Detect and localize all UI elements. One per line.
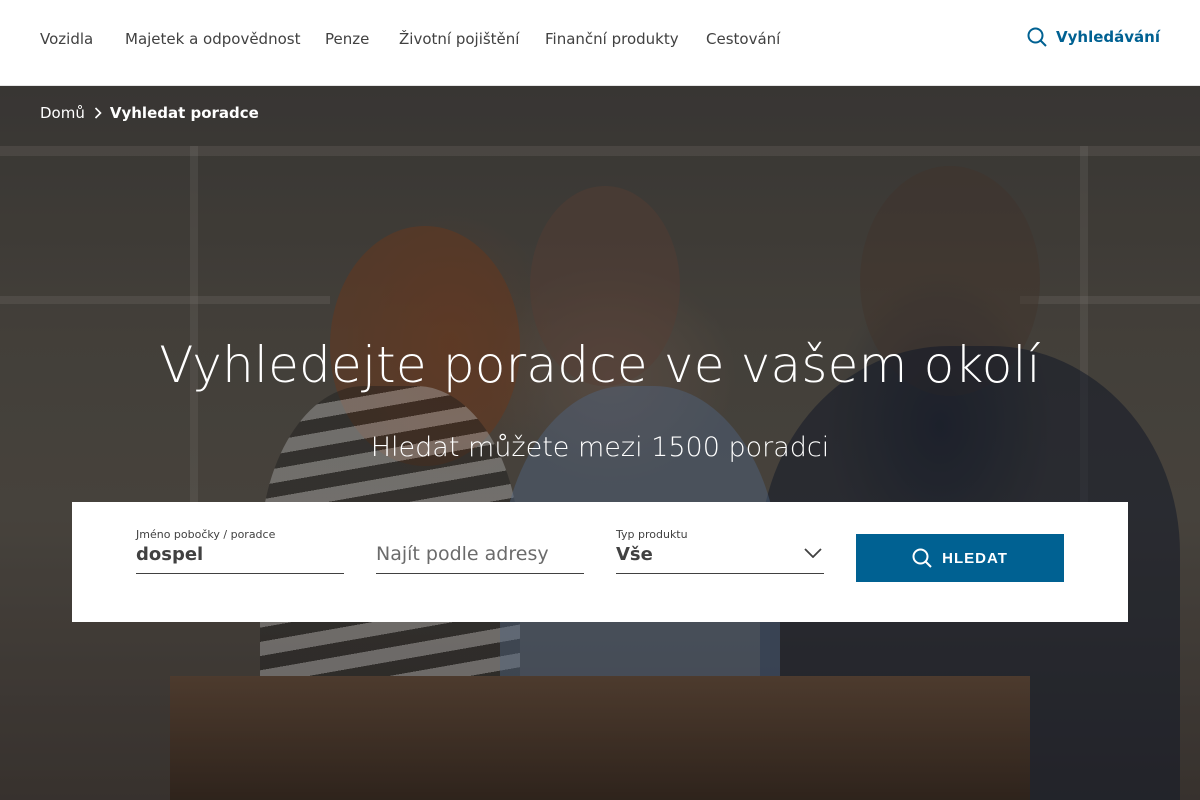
address-field-placeholder[interactable]: Najít podle adresy (376, 543, 549, 565)
product-type-label: Typ produktu (616, 528, 688, 541)
search-submit-label: HLEDAT (942, 549, 1008, 567)
page-title: Vyhledejte poradce ve vašem okolí (159, 336, 1041, 394)
nav-item-majetek[interactable]: Majetek a odpovědnost (125, 30, 300, 48)
nav-item-penze[interactable]: Penze (325, 30, 369, 48)
nav-item-zivotni-pojisteni[interactable]: Životní pojištění (399, 30, 519, 48)
name-field-value[interactable]: dospel (136, 544, 203, 565)
search-icon (1027, 27, 1047, 47)
nav-item-financni-produkty[interactable]: Finanční produkty (545, 30, 679, 48)
breadcrumb-current: Vyhledat poradce (109, 104, 259, 122)
advisor-search-form: Jméno pobočky / poradce dospel Najít pod… (72, 502, 1128, 622)
search-icon (912, 548, 932, 568)
product-type-select[interactable]: Typ produktu Vše (616, 528, 824, 574)
name-field-label: Jméno pobočky / poradce (136, 528, 276, 541)
page-subtitle: Hledat můžete mezi 1500 poradci (370, 432, 830, 463)
hero-section: Domů Vyhledat poradce Vyhledejte poradce… (0, 86, 1200, 800)
nav-item-cestovani[interactable]: Cestování (706, 30, 780, 48)
breadcrumb: Domů Vyhledat poradce (40, 104, 259, 122)
breadcrumb-home[interactable]: Domů (40, 104, 85, 122)
search-submit-button[interactable]: HLEDAT (856, 534, 1064, 582)
header-search-button[interactable]: Vyhledávání (1027, 27, 1160, 47)
top-navigation: Vozidla Majetek a odpovědnost Penze Živo… (0, 0, 1200, 86)
nav-item-vozidla[interactable]: Vozidla (40, 30, 93, 48)
chevron-right-icon (94, 107, 102, 119)
address-field[interactable]: Najít podle adresy (376, 528, 584, 574)
product-type-value[interactable]: Vše (616, 544, 653, 565)
chevron-down-icon[interactable] (804, 548, 822, 558)
name-field[interactable]: Jméno pobočky / poradce dospel (136, 528, 344, 574)
header-search-label: Vyhledávání (1056, 28, 1160, 46)
